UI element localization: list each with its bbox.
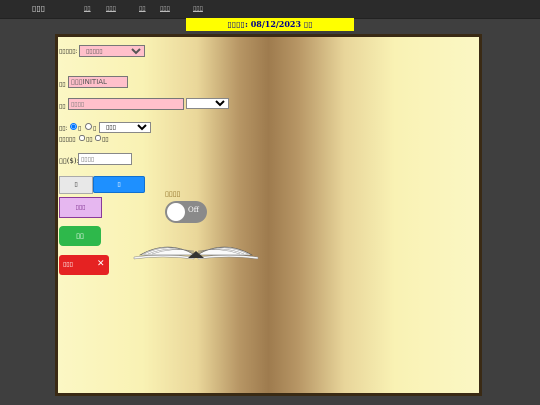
toggle-knob — [167, 203, 185, 221]
toggle-switch[interactable]: Off — [165, 201, 207, 223]
input1-label: ▯▯ — [59, 81, 66, 88]
radio-select[interactable]: ▯▯▯ — [99, 122, 151, 133]
category-select[interactable]: ▯▯▯▯▯ — [79, 45, 145, 57]
radio-option-2[interactable] — [85, 123, 92, 130]
text-input[interactable] — [68, 98, 184, 110]
toggle-label: ▯▯▯▯ — [165, 190, 181, 198]
option-select[interactable] — [186, 98, 229, 109]
nav-link-4[interactable]: ▯▯▯ — [160, 5, 170, 12]
radio2-label: ▯ — [93, 125, 97, 132]
initial-input[interactable] — [68, 76, 128, 88]
dismiss-button[interactable]: ▯▯▯ ✕ — [59, 255, 109, 275]
date-banner: ▯▯▯▯: 08/12/2023 ▯▯ — [186, 18, 354, 31]
secondary-button[interactable]: ▯ — [59, 176, 93, 194]
green-button[interactable]: ▯▯ — [59, 226, 101, 246]
dismiss-label: ▯▯▯ — [63, 261, 73, 268]
check1-label: ▯▯ — [86, 136, 93, 143]
amount-label: ▯▯($): — [59, 157, 79, 165]
select1-label: ▯▯▯▯▯: — [59, 48, 78, 55]
amount-input[interactable] — [78, 153, 132, 165]
checkbox-1[interactable] — [79, 135, 85, 141]
radio-option-1[interactable] — [70, 123, 77, 130]
radio1-label: ▯ — [78, 125, 82, 132]
nav-link-2[interactable]: ▯▯▯ — [106, 5, 116, 12]
checkbox-2[interactable] — [95, 135, 101, 141]
toggle-state-text: Off — [188, 206, 199, 214]
close-icon[interactable]: ✕ — [97, 259, 105, 269]
radio-group-label: ▯▯: — [59, 125, 68, 132]
nav-link-5[interactable]: ▯▯▯ — [193, 5, 203, 12]
nav-link-3[interactable]: ▯▯ — [139, 5, 146, 12]
check2-label: ▯▯ — [102, 136, 109, 143]
violet-button[interactable]: ▯▯▯ — [59, 197, 102, 218]
main-panel: ▯▯▯▯▯: ▯▯▯▯▯ ▯▯ ▯▯ ▯▯: ▯ ▯ ▯▯▯ ▯▯▯▯▯ ▯▯ … — [55, 34, 482, 396]
top-navbar: ▯▯▯ ▯▯ ▯▯▯ ▯▯ ▯▯▯ ▯▯▯ — [0, 0, 540, 19]
primary-button[interactable]: ▯ — [93, 176, 145, 193]
open-book-icon — [133, 246, 259, 260]
input2-label: ▯▯ — [59, 103, 66, 110]
nav-link-1[interactable]: ▯▯ — [84, 5, 91, 12]
brand-title: ▯▯▯ — [32, 4, 46, 13]
checkbox-group-label: ▯▯▯▯▯ — [59, 136, 76, 143]
